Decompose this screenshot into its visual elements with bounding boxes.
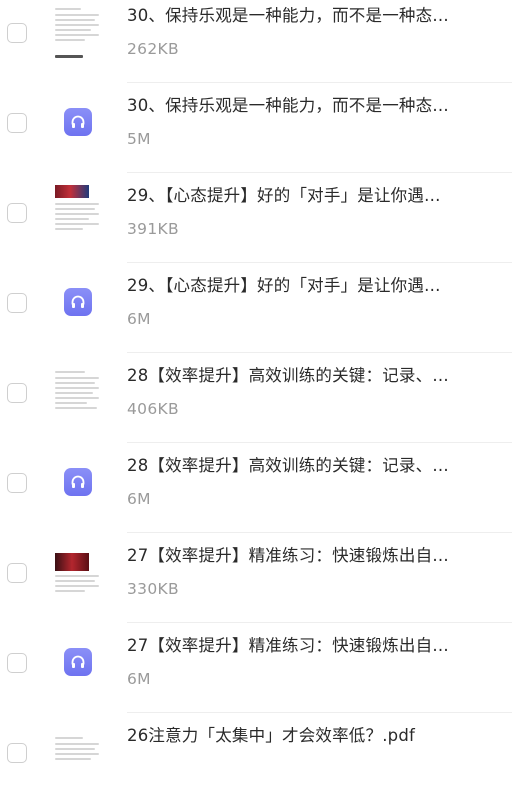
document-thumbnail bbox=[53, 723, 102, 780]
file-name[interactable]: 29、【心态提升】好的「对手」是让你遇… bbox=[127, 275, 477, 297]
file-name[interactable]: 27【效率提升】精准练习：快速锻炼出自… bbox=[127, 545, 477, 567]
select-checkbox[interactable] bbox=[7, 113, 27, 133]
document-thumbnail bbox=[53, 183, 102, 240]
file-size: 406KB bbox=[127, 400, 179, 418]
file-row[interactable]: 27【效率提升】精准练习：快速锻炼出自… 330KB bbox=[0, 533, 512, 623]
file-row[interactable]: 26注意力「太集中」才会效率低？.pdf bbox=[0, 713, 512, 803]
select-checkbox[interactable] bbox=[7, 473, 27, 493]
headphones-icon bbox=[64, 288, 92, 316]
select-checkbox[interactable] bbox=[7, 563, 27, 583]
file-size: 330KB bbox=[127, 580, 179, 598]
select-checkbox[interactable] bbox=[7, 383, 27, 403]
file-size: 5M bbox=[127, 130, 151, 148]
file-size: 262KB bbox=[127, 40, 179, 58]
select-checkbox[interactable] bbox=[7, 23, 27, 43]
file-row[interactable]: 29、【心态提升】好的「对手」是让你遇… 391KB bbox=[0, 173, 512, 263]
file-name[interactable]: 30、保持乐观是一种能力，而不是一种态… bbox=[127, 95, 477, 117]
headphones-icon bbox=[64, 648, 92, 676]
select-checkbox[interactable] bbox=[7, 203, 27, 223]
document-thumbnail bbox=[53, 3, 102, 60]
file-row[interactable]: 30、保持乐观是一种能力，而不是一种态… 262KB bbox=[0, 0, 512, 83]
file-row[interactable]: 30、保持乐观是一种能力，而不是一种态… 5M bbox=[0, 83, 512, 173]
file-row[interactable]: 28【效率提升】高效训练的关键：记录、… 406KB bbox=[0, 353, 512, 443]
file-name[interactable]: 26注意力「太集中」才会效率低？.pdf bbox=[127, 725, 477, 747]
file-list: 30、保持乐观是一种能力，而不是一种态… 262KB 30、保持乐观是一种能力，… bbox=[0, 0, 512, 780]
headphones-icon bbox=[64, 468, 92, 496]
file-name[interactable]: 29、【心态提升】好的「对手」是让你遇… bbox=[127, 185, 477, 207]
file-size: 6M bbox=[127, 310, 151, 328]
file-row[interactable]: 29、【心态提升】好的「对手」是让你遇… 6M bbox=[0, 263, 512, 353]
file-row[interactable]: 27【效率提升】精准练习：快速锻炼出自… 6M bbox=[0, 623, 512, 713]
select-checkbox[interactable] bbox=[7, 653, 27, 673]
file-name[interactable]: 30、保持乐观是一种能力，而不是一种态… bbox=[127, 5, 477, 27]
file-name[interactable]: 28【效率提升】高效训练的关键：记录、… bbox=[127, 365, 477, 387]
file-row[interactable]: 28【效率提升】高效训练的关键：记录、… 6M bbox=[0, 443, 512, 533]
document-thumbnail bbox=[53, 363, 102, 420]
select-checkbox[interactable] bbox=[7, 743, 27, 763]
headphones-icon bbox=[64, 108, 92, 136]
select-checkbox[interactable] bbox=[7, 293, 27, 313]
file-size: 391KB bbox=[127, 220, 179, 238]
file-size: 6M bbox=[127, 670, 151, 688]
file-size: 6M bbox=[127, 490, 151, 508]
file-name[interactable]: 27【效率提升】精准练习：快速锻炼出自… bbox=[127, 635, 477, 657]
document-thumbnail bbox=[53, 543, 102, 600]
file-name[interactable]: 28【效率提升】高效训练的关键：记录、… bbox=[127, 455, 477, 477]
